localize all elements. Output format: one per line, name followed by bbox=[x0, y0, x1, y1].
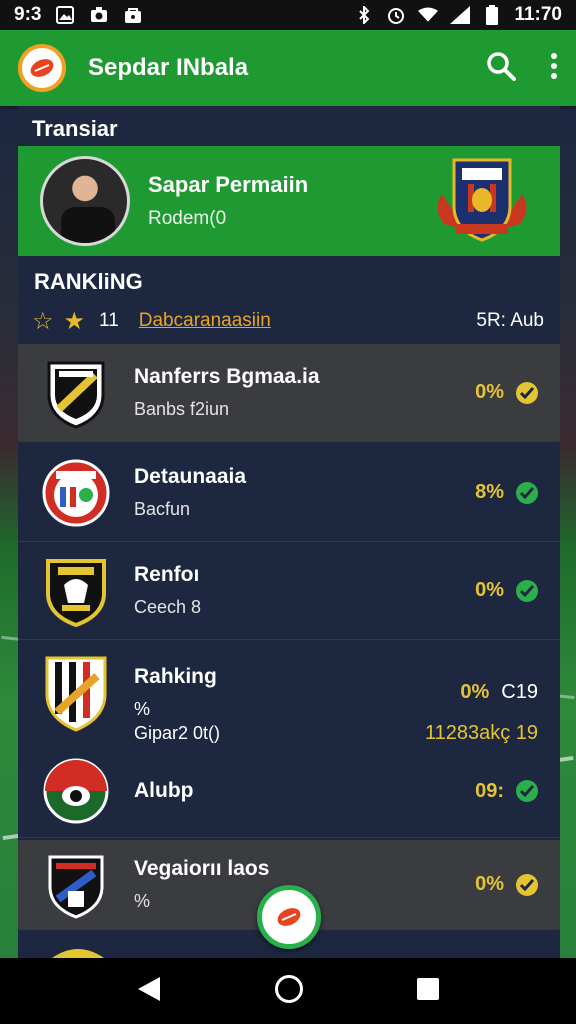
club-crest-icon bbox=[40, 845, 112, 925]
team-crest-icon bbox=[432, 154, 532, 249]
item-percent: 0% bbox=[475, 579, 504, 601]
club-crest-icon bbox=[40, 551, 112, 631]
item-title: Rahking bbox=[134, 664, 217, 688]
bag-icon bbox=[123, 6, 143, 24]
item-title: Renfoı bbox=[134, 563, 200, 586]
check-icon[interactable] bbox=[516, 481, 538, 504]
ranking-link[interactable]: Dabcaranaasiin bbox=[139, 310, 271, 332]
item-title: Nanferrs Bgmaa.ia bbox=[134, 365, 320, 388]
featured-player-name: Sapar Permaiin bbox=[148, 172, 309, 197]
club-crest-icon bbox=[40, 758, 112, 824]
recents-icon[interactable] bbox=[416, 977, 440, 1006]
wifi-icon bbox=[418, 6, 439, 24]
club-crest-icon bbox=[40, 453, 112, 533]
item-percent: 0% bbox=[460, 680, 490, 703]
list-item[interactable]: Detaunaaia Bacfun 8% bbox=[18, 444, 560, 542]
list-item[interactable]: Rahking % 0% C19 Gipar2 0t() 11283akç 19 bbox=[18, 642, 560, 838]
star-outline-icon: ☆ bbox=[32, 307, 54, 335]
status-bar: 9:3 11:70 bbox=[0, 0, 576, 30]
item-percent: 0% bbox=[475, 381, 504, 403]
status-time-right: 11:70 bbox=[514, 4, 562, 25]
item-sub: % bbox=[134, 891, 151, 911]
item-percent: 09: bbox=[475, 779, 504, 802]
featured-player-card[interactable]: Sapar Permaiin Rodem(0 bbox=[18, 146, 560, 256]
item-title: Alubp bbox=[134, 779, 194, 802]
alarm-icon bbox=[386, 6, 406, 24]
content-panel: Transiar Sapar Permaiin Rodem(0 RANKliNG bbox=[18, 106, 560, 958]
app-title: Sepdar INbala bbox=[88, 54, 249, 81]
status-time-left: 9:3 bbox=[14, 4, 42, 25]
check-icon[interactable] bbox=[516, 381, 538, 404]
item-value: 11283akç 19 bbox=[425, 722, 538, 745]
ranking-count: 11 bbox=[99, 310, 119, 331]
item-title: Vegaiorıı laos bbox=[134, 857, 270, 880]
item-percent: 8% bbox=[475, 481, 504, 503]
battery-icon bbox=[482, 5, 502, 25]
bluetooth-icon bbox=[354, 6, 374, 24]
item-value-text: 11283akç 19 bbox=[424, 722, 538, 744]
check-icon[interactable] bbox=[516, 579, 538, 602]
check-icon[interactable] bbox=[516, 873, 538, 896]
featured-player-sub: Rodem(0 bbox=[148, 208, 227, 229]
app-logo[interactable] bbox=[18, 44, 66, 92]
item-percent: 0% bbox=[475, 873, 504, 895]
home-icon[interactable] bbox=[274, 974, 304, 1009]
section-title: Transiar bbox=[32, 116, 118, 141]
system-nav-bar bbox=[0, 958, 576, 1024]
search-icon[interactable] bbox=[486, 51, 516, 86]
star-icon: ★ bbox=[63, 307, 86, 335]
check-icon[interactable] bbox=[516, 780, 538, 802]
camera-icon bbox=[89, 6, 109, 24]
club-crest-icon bbox=[40, 652, 112, 732]
item-sub: Banbs f2iun bbox=[134, 399, 230, 419]
ranking-right: 5R: Aub bbox=[476, 310, 544, 331]
app-bar: Sepdar INbala bbox=[0, 30, 576, 106]
ranking-summary: ☆ ★ 11 Dabcaranaasiin 5R: Aub bbox=[32, 306, 544, 336]
ranking-title: RANKliNG bbox=[34, 269, 143, 294]
back-icon[interactable] bbox=[136, 975, 162, 1008]
item-sub: Bacfun bbox=[134, 499, 191, 519]
fab-button[interactable] bbox=[257, 885, 321, 949]
club-crest-icon bbox=[40, 353, 112, 433]
list-item[interactable]: Renfoı Ceech 8 0% bbox=[18, 542, 560, 640]
item-sub: Ceech 8 bbox=[134, 597, 202, 617]
signal-icon bbox=[450, 6, 471, 24]
item-sub: Gipar2 0t() bbox=[134, 723, 221, 743]
image-icon bbox=[55, 6, 75, 24]
item-symbol: % bbox=[134, 698, 151, 719]
item-title: Detaunaaia bbox=[134, 465, 247, 488]
more-vert-icon[interactable] bbox=[550, 52, 558, 85]
item-percent-right: C19 bbox=[501, 680, 538, 703]
player-avatar bbox=[40, 156, 130, 246]
list-item[interactable]: Nanferrs Bgmaa.ia Banbs f2iun 0% bbox=[18, 344, 560, 442]
